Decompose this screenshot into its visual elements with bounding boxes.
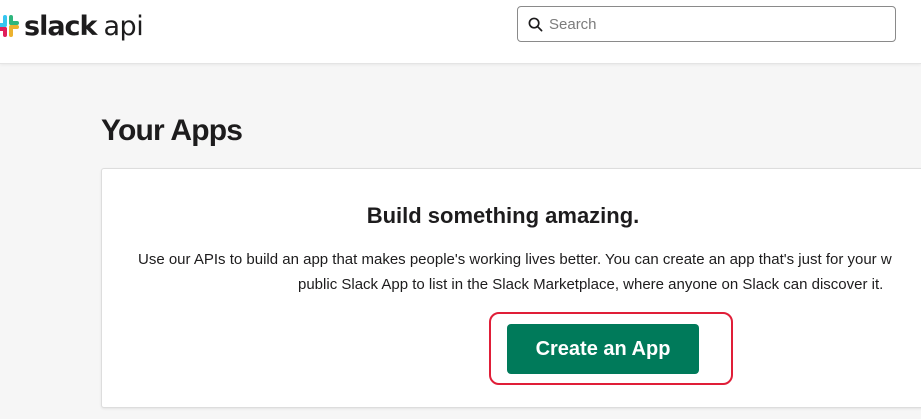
slack-logo-icon: [0, 15, 19, 37]
card-description-line-1: Use our APIs to build an app that makes …: [138, 251, 892, 268]
empty-state-card: Build something amazing. Use our APIs to…: [101, 168, 921, 408]
card-description: Use our APIs to build an app that makes …: [138, 247, 921, 297]
search-input[interactable]: [549, 15, 869, 33]
card-heading: Build something amazing.: [366, 203, 640, 228]
page-title: Your Apps: [101, 114, 243, 147]
search-box[interactable]: [517, 6, 896, 42]
search-icon: [528, 17, 543, 31]
slack-api-logo[interactable]: slack api: [0, 9, 144, 43]
create-app-button[interactable]: Create an App: [507, 324, 699, 374]
logo-word: slack: [24, 10, 98, 42]
logo-suffix: api: [103, 10, 144, 42]
card-description-line-2: public Slack App to list in the Slack Ma…: [298, 276, 884, 293]
top-header: slack api: [0, 0, 921, 64]
